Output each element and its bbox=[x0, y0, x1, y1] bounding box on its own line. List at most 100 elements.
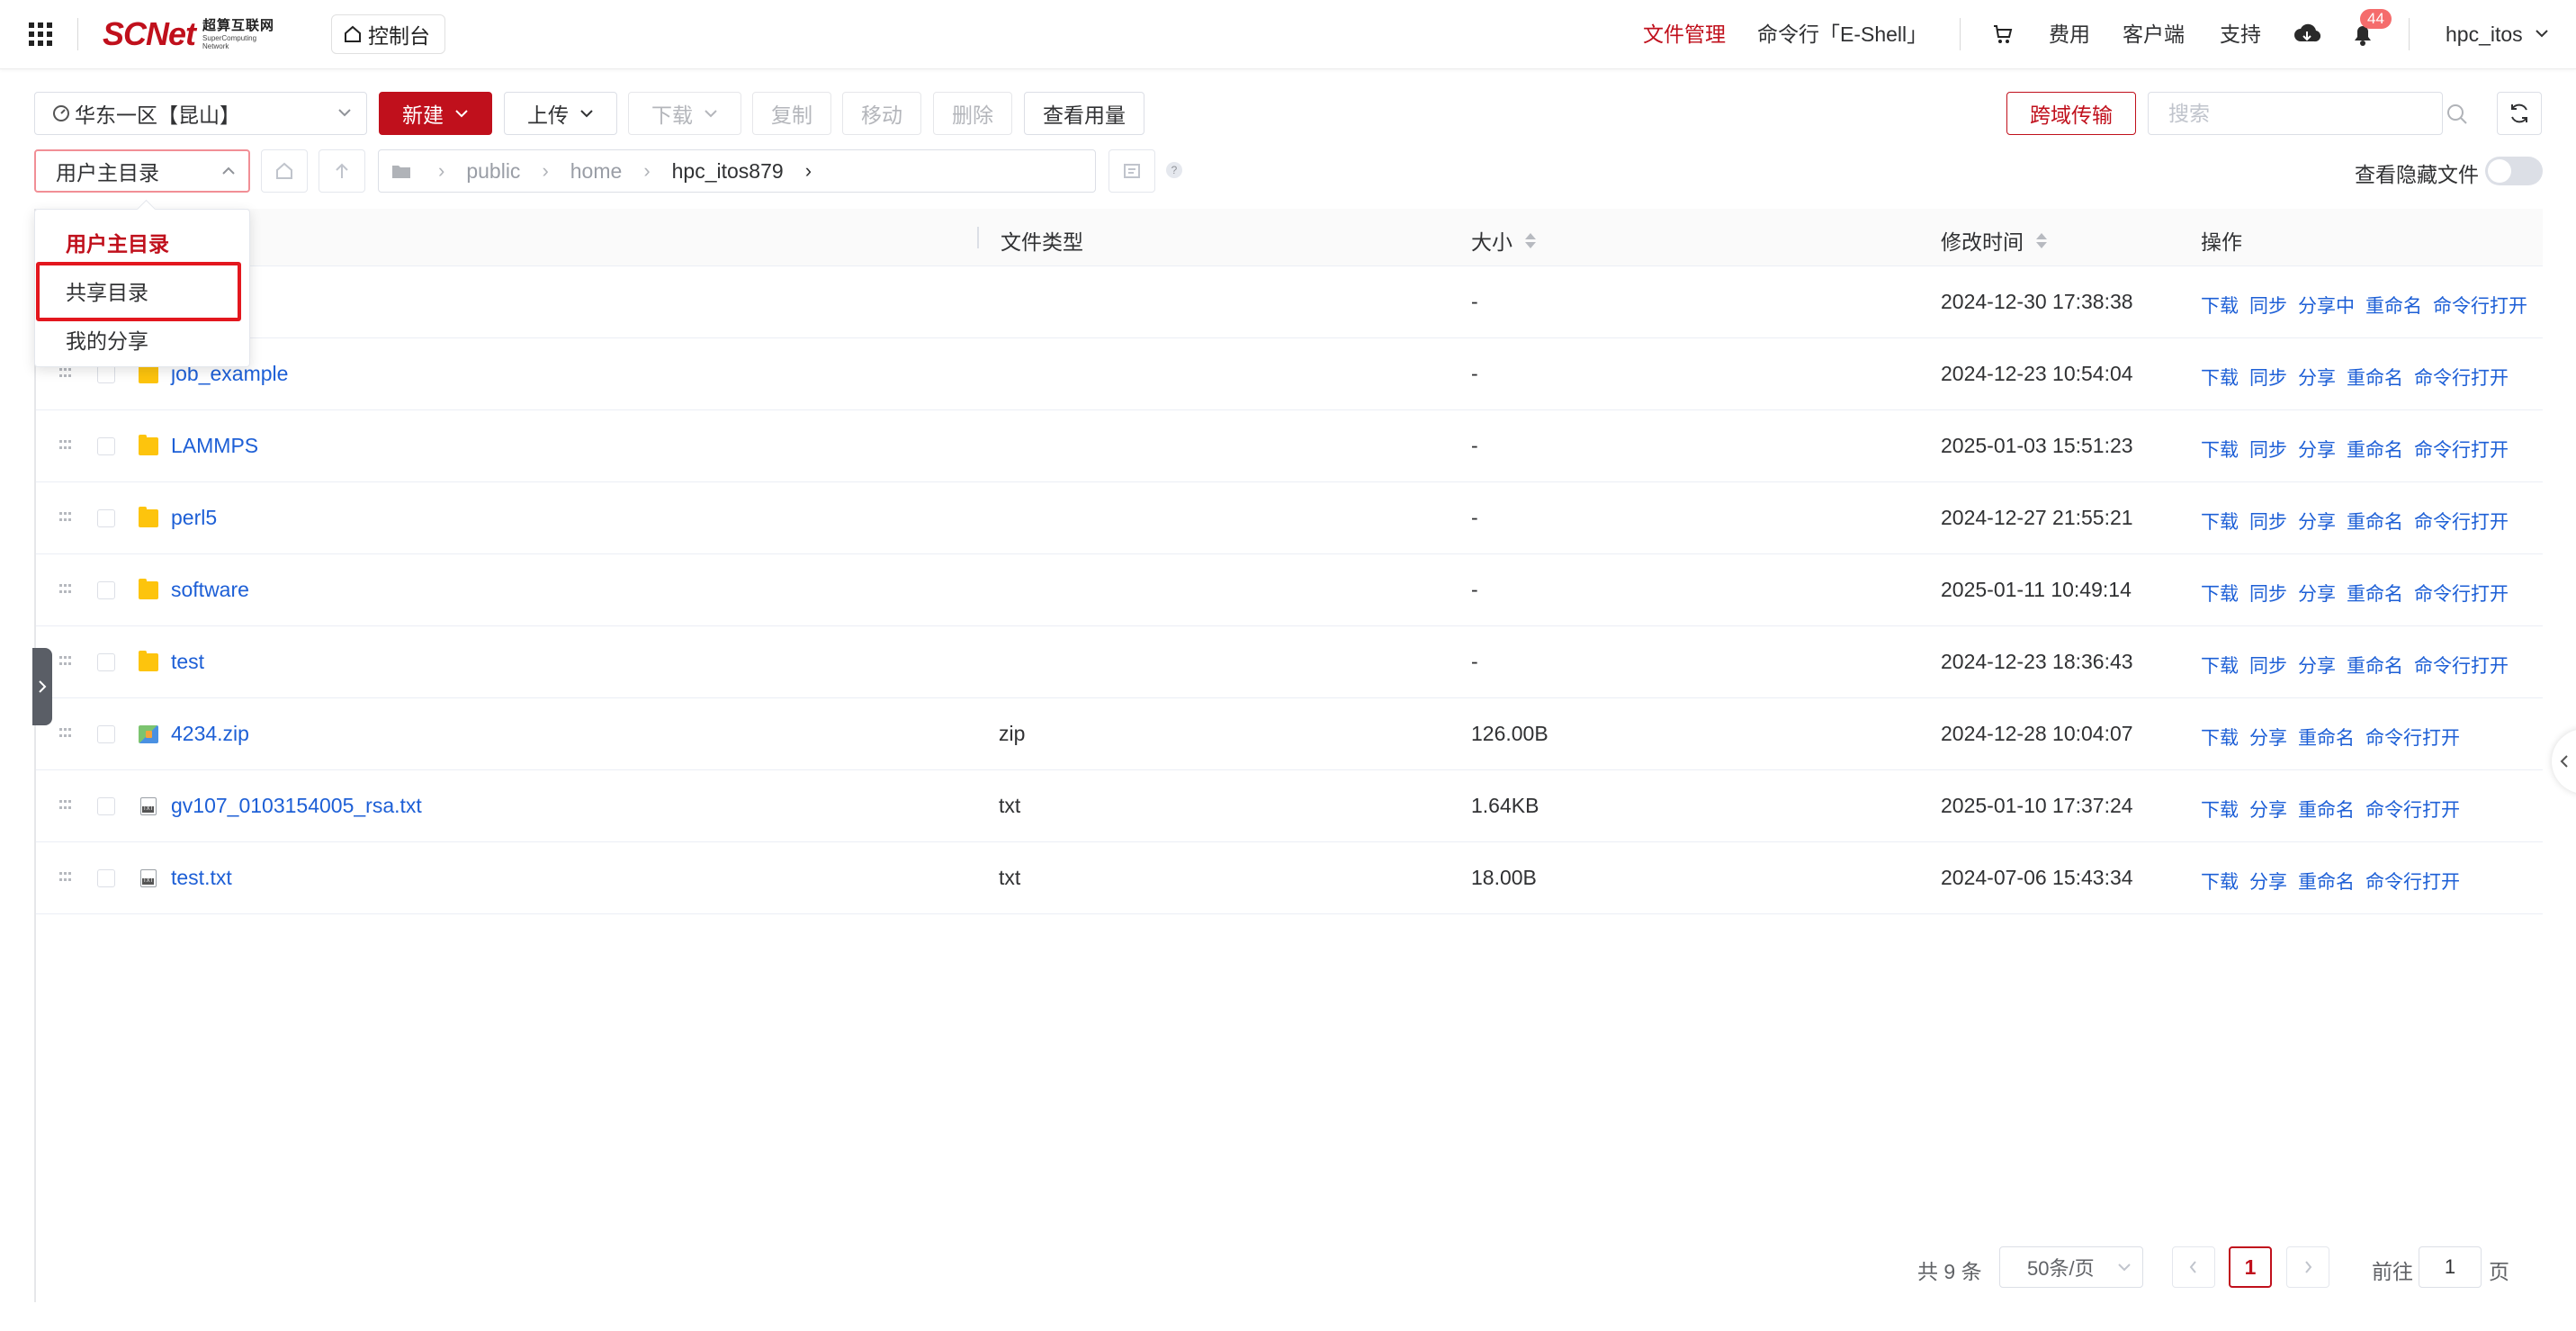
row-action-link[interactable]: 分享 bbox=[2298, 508, 2336, 535]
row-action-link[interactable]: 命令行打开 bbox=[2365, 796, 2460, 823]
apps-grid-icon[interactable] bbox=[29, 22, 52, 46]
row-action-link[interactable]: 下载 bbox=[2201, 796, 2239, 823]
row-action-link[interactable]: 命令行打开 bbox=[2414, 508, 2509, 535]
dropdown-item-my-shares[interactable]: 我的分享 bbox=[35, 315, 251, 364]
row-action-link[interactable]: 分享 bbox=[2249, 868, 2287, 895]
row-action-link[interactable]: 命令行打开 bbox=[2414, 652, 2509, 679]
drag-handle-icon[interactable] bbox=[59, 656, 72, 667]
row-action-link[interactable]: 下载 bbox=[2201, 652, 2239, 679]
row-checkbox[interactable] bbox=[97, 653, 115, 671]
row-action-link[interactable]: 重命名 bbox=[2347, 436, 2403, 463]
dropdown-item-user-home[interactable]: 用户主目录 bbox=[35, 218, 251, 266]
directory-select[interactable]: 用户主目录 bbox=[34, 149, 250, 193]
row-action-link[interactable]: 分享 bbox=[2298, 436, 2336, 463]
drag-handle-icon[interactable] bbox=[59, 512, 72, 523]
download-button[interactable]: 下载 bbox=[628, 92, 741, 135]
row-action-link[interactable]: 同步 bbox=[2249, 652, 2287, 679]
cloud-download-icon[interactable] bbox=[2293, 22, 2320, 47]
delete-button[interactable]: 删除 bbox=[933, 92, 1012, 135]
row-action-link[interactable]: 命令行打开 bbox=[2414, 364, 2509, 391]
row-action-link[interactable]: 重命名 bbox=[2298, 724, 2355, 751]
header-modified[interactable]: 修改时间 bbox=[1941, 225, 2047, 256]
breadcrumb-public[interactable]: public bbox=[466, 159, 520, 184]
region-select[interactable]: 华东一区【昆山】 bbox=[34, 92, 367, 135]
row-action-link[interactable]: 分享 bbox=[2249, 796, 2287, 823]
row-action-link[interactable]: 命令行打开 bbox=[2433, 292, 2527, 319]
chevron-down-icon[interactable] bbox=[2536, 29, 2548, 38]
home-directory-button[interactable] bbox=[261, 149, 308, 193]
file-name[interactable]: test.txt bbox=[171, 866, 232, 890]
nav-support[interactable]: 支持 bbox=[2220, 20, 2261, 49]
search-input[interactable] bbox=[2148, 92, 2443, 135]
goto-page-input[interactable] bbox=[2419, 1246, 2482, 1288]
upload-button[interactable]: 上传 bbox=[504, 92, 617, 135]
console-button[interactable]: 控制台 bbox=[331, 14, 445, 54]
drag-handle-icon[interactable] bbox=[59, 800, 72, 811]
copy-button[interactable]: 复制 bbox=[752, 92, 831, 135]
row-checkbox[interactable] bbox=[97, 581, 115, 599]
drag-handle-icon[interactable] bbox=[59, 584, 72, 595]
right-panel-handle[interactable] bbox=[2552, 729, 2576, 794]
row-action-link[interactable]: 下载 bbox=[2201, 868, 2239, 895]
row-action-link[interactable]: 同步 bbox=[2249, 436, 2287, 463]
row-action-link[interactable]: 下载 bbox=[2201, 580, 2239, 607]
row-action-link[interactable]: 同步 bbox=[2249, 580, 2287, 607]
table-row[interactable]: test.txt txt 18.00B 2024-07-06 15:43:34 下载分享… bbox=[34, 842, 2543, 914]
cart-icon[interactable] bbox=[1992, 23, 2014, 45]
help-icon[interactable]: ? bbox=[1166, 162, 1182, 178]
cross-domain-transfer-button[interactable]: 跨域传输 bbox=[2006, 92, 2136, 135]
row-action-link[interactable]: 下载 bbox=[2201, 364, 2239, 391]
row-action-link[interactable]: 命令行打开 bbox=[2414, 580, 2509, 607]
nav-fees[interactable]: 费用 bbox=[2049, 20, 2090, 49]
sort-icon[interactable] bbox=[2036, 232, 2047, 248]
drag-handle-icon[interactable] bbox=[59, 872, 72, 883]
move-button[interactable]: 移动 bbox=[842, 92, 921, 135]
row-action-link[interactable]: 下载 bbox=[2201, 436, 2239, 463]
file-name[interactable]: gv107_0103154005_rsa.txt bbox=[171, 794, 422, 818]
row-action-link[interactable]: 命令行打开 bbox=[2365, 724, 2460, 751]
row-action-link[interactable]: 分享 bbox=[2249, 724, 2287, 751]
page-number-current[interactable]: 1 bbox=[2229, 1246, 2272, 1288]
table-row[interactable]: LAMMPS - 2025-01-03 15:51:23 下载 同步 分享 重命名 命令行打开 bbox=[34, 410, 2543, 482]
row-action-link[interactable]: 命令行打开 bbox=[2365, 868, 2460, 895]
breadcrumb[interactable]: › public › home › hpc_itos879 › bbox=[378, 149, 1096, 193]
row-action-link[interactable]: 重命名 bbox=[2347, 364, 2403, 391]
row-action-link[interactable]: 重命名 bbox=[2347, 652, 2403, 679]
row-checkbox[interactable] bbox=[97, 797, 115, 815]
table-row[interactable]: perl5 - 2024-12-27 21:55:21 下载 同步 分享 重命名 命令行打开 bbox=[34, 482, 2543, 554]
row-action-link[interactable]: 重命名 bbox=[2298, 868, 2355, 895]
file-name[interactable]: perl5 bbox=[171, 506, 217, 530]
table-row[interactable]: test - 2024-12-23 18:36:43 下载 同步 分享 重命名 命令行打开 bbox=[34, 626, 2543, 698]
sidebar-expand-handle[interactable] bbox=[32, 648, 52, 725]
drag-handle-icon[interactable] bbox=[59, 728, 72, 739]
row-action-link[interactable]: 同步 bbox=[2249, 364, 2287, 391]
row-action-link[interactable]: 重命名 bbox=[2347, 508, 2403, 535]
row-action-link[interactable]: 重命名 bbox=[2298, 796, 2355, 823]
row-action-link[interactable]: 同步 bbox=[2249, 508, 2287, 535]
user-menu[interactable]: hpc_itos bbox=[2446, 20, 2523, 49]
row-action-link[interactable]: 下载 bbox=[2201, 508, 2239, 535]
row-action-link[interactable]: 分享 bbox=[2298, 364, 2336, 391]
show-hidden-toggle[interactable] bbox=[2485, 157, 2543, 185]
sort-icon[interactable] bbox=[1525, 232, 1536, 248]
dropdown-item-shared-directory[interactable]: 共享目录 bbox=[35, 266, 251, 315]
file-name[interactable]: 4234.zip bbox=[171, 722, 249, 746]
row-action-link[interactable]: 重命名 bbox=[2347, 580, 2403, 607]
row-checkbox[interactable] bbox=[97, 365, 115, 383]
nav-client[interactable]: 客户端 bbox=[2123, 20, 2185, 49]
scnet-logo[interactable]: SCNet 超算互联网 SuperComputing Network bbox=[103, 15, 274, 52]
row-action-link[interactable]: 重命名 bbox=[2365, 292, 2422, 319]
file-name[interactable]: LAMMPS bbox=[171, 434, 258, 458]
row-checkbox[interactable] bbox=[97, 437, 115, 455]
row-action-link[interactable]: 分享中 bbox=[2298, 292, 2355, 319]
table-row[interactable]: 4234.zip zip 126.00B 2024-12-28 10:04:07 下载分… bbox=[34, 698, 2543, 770]
row-action-link[interactable]: 下载 bbox=[2201, 292, 2239, 319]
table-row[interactable]: job_example -2024-12-23 10:54:04 下载 同步 分享 重命名… bbox=[34, 338, 2543, 410]
nav-eshell[interactable]: 命令行「E-Shell」 bbox=[1757, 20, 1927, 49]
row-action-link[interactable]: 下载 bbox=[2201, 724, 2239, 751]
drag-handle-icon[interactable] bbox=[59, 440, 72, 451]
refresh-button[interactable] bbox=[2497, 92, 2542, 135]
row-action-link[interactable]: 命令行打开 bbox=[2414, 436, 2509, 463]
new-button[interactable]: 新建 bbox=[379, 92, 492, 135]
table-row[interactable]: - 2024-12-30 17:38:38 下载 同步 分享中 重命名 命令行打开 bbox=[34, 266, 2543, 338]
